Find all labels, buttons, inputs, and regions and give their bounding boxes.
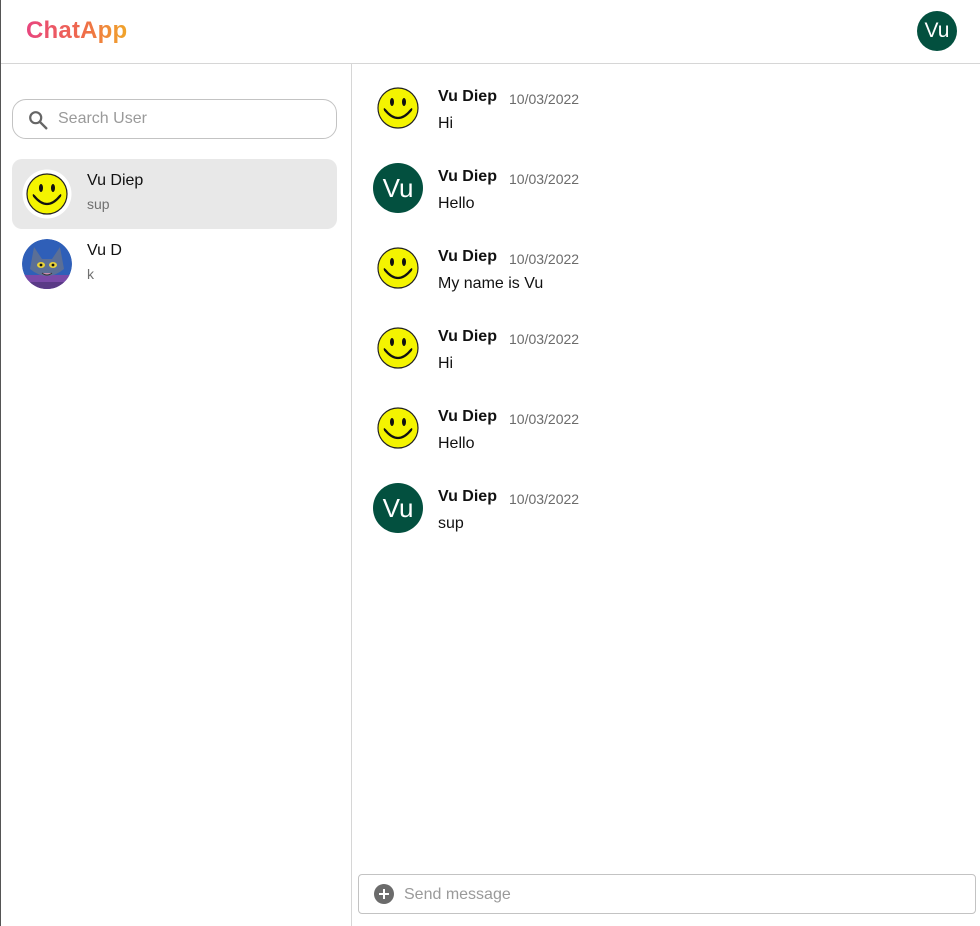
message-text: Hello: [438, 195, 475, 212]
message-item: Vu Diep 10/03/2022 Hello: [373, 387, 963, 453]
message-text: Hi: [438, 115, 454, 132]
message-text: My name is Vu: [438, 275, 544, 292]
message-item: Vu Diep 10/03/2022 My name is Vu: [373, 227, 963, 293]
message-timestamp: 10/03/2022: [509, 171, 580, 187]
search-icon: [29, 111, 48, 130]
current-user-avatar[interactable]: Vu: [917, 11, 957, 51]
message-timestamp: 10/03/2022: [509, 251, 580, 267]
message-author: Vu Diep: [438, 88, 497, 105]
message-author: Vu Diep: [438, 488, 497, 505]
search-box[interactable]: [12, 99, 337, 139]
smiley-avatar-icon: [373, 243, 423, 293]
message-author: Vu Diep: [438, 408, 497, 425]
smiley-avatar-icon: [373, 83, 423, 133]
message-item: Vu Diep 10/03/2022 Hi: [373, 307, 963, 373]
message-composer[interactable]: [358, 874, 976, 914]
message-author: Vu Diep: [438, 248, 497, 265]
message-timestamp: 10/03/2022: [509, 91, 580, 107]
user-list-item-vu-d[interactable]: Vu D k: [12, 229, 337, 299]
message-text: Hello: [438, 435, 475, 452]
smiley-avatar-icon: [22, 169, 72, 219]
smiley-avatar-icon: [373, 403, 423, 453]
message-item: Vu Diep 10/03/2022 Hi: [373, 67, 963, 133]
initials-avatar: Vu: [373, 163, 423, 213]
search-input[interactable]: [58, 108, 328, 130]
message-author: Vu Diep: [438, 328, 497, 345]
user-last-message: k: [87, 266, 94, 282]
message-input[interactable]: [404, 884, 954, 906]
message-item: Vu Vu Diep 10/03/2022 sup: [373, 467, 963, 533]
user-list-item-vu-diep[interactable]: Vu Diep sup: [12, 159, 337, 229]
user-last-message: sup: [87, 196, 110, 212]
message-text: sup: [438, 515, 464, 532]
top-bar: ChatApp Vu: [1, 0, 980, 64]
add-circle-icon[interactable]: [374, 884, 394, 904]
message-timestamp: 10/03/2022: [509, 411, 580, 427]
cartoon-cat-avatar-icon: [22, 239, 72, 289]
message-author: Vu Diep: [438, 168, 497, 185]
chat-panel: Vu Diep 10/03/2022 Hi Vu Vu Diep 10/03/2022 He…: [353, 64, 980, 926]
user-name: Vu D: [87, 242, 122, 259]
chat-app: ChatApp Vu Vu Diep: [0, 0, 980, 926]
app-logo[interactable]: ChatApp: [26, 17, 127, 45]
message-item: Vu Vu Diep 10/03/2022 Hello: [373, 147, 963, 213]
message-timestamp: 10/03/2022: [509, 331, 580, 347]
user-name: Vu Diep: [87, 172, 144, 189]
user-sidebar: Vu Diep sup Vu D k: [1, 64, 352, 926]
message-timestamp: 10/03/2022: [509, 491, 580, 507]
smiley-avatar-icon: [373, 323, 423, 373]
initials-avatar: Vu: [373, 483, 423, 533]
message-text: Hi: [438, 355, 454, 372]
